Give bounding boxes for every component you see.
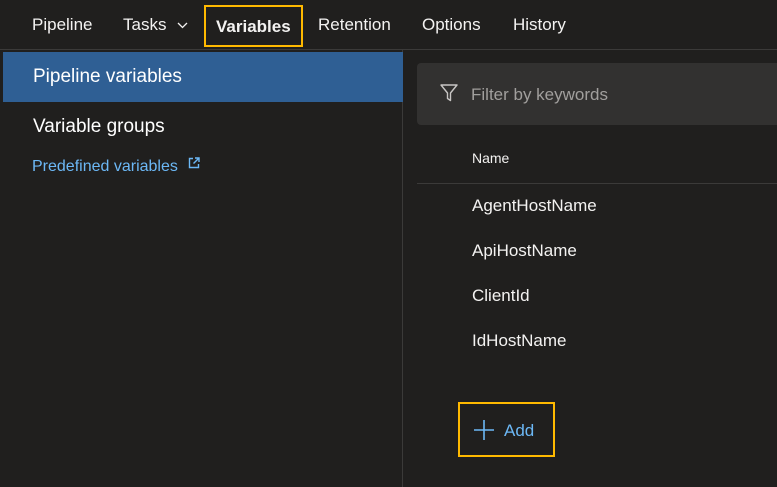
tab-variables[interactable]: Variables — [204, 5, 303, 47]
sidebar-item-label: Variable groups — [33, 116, 165, 137]
tab-bar: Pipeline Tasks Variables Retention Optio… — [0, 0, 777, 50]
sidebar-item-label: Pipeline variables — [33, 66, 182, 87]
tab-tasks[interactable]: Tasks — [123, 0, 188, 50]
tab-history[interactable]: History — [513, 0, 566, 50]
tab-retention[interactable]: Retention — [318, 0, 391, 50]
chevron-down-icon — [177, 0, 188, 49]
table-row[interactable]: IdHostName — [472, 331, 566, 351]
tab-retention-label: Retention — [318, 15, 391, 34]
plus-icon — [473, 419, 495, 446]
add-variable-button[interactable]: Add — [458, 402, 555, 457]
table-row[interactable]: ApiHostName — [472, 241, 577, 261]
add-button-label: Add — [504, 421, 535, 440]
tab-pipeline[interactable]: Pipeline — [32, 0, 93, 50]
column-header-name[interactable]: Name — [472, 150, 509, 166]
filter-bar[interactable] — [417, 63, 777, 125]
pipeline-editor: Pipeline Tasks Variables Retention Optio… — [0, 0, 777, 487]
variables-panel: Name AgentHostName ApiHostName ClientId … — [404, 50, 777, 487]
predefined-variables-link[interactable]: Predefined variables — [32, 156, 201, 176]
tab-options[interactable]: Options — [422, 0, 481, 50]
sidebar-item-variable-groups[interactable]: Variable groups — [3, 102, 403, 152]
tab-tasks-label: Tasks — [123, 15, 167, 34]
table-row[interactable]: ClientId — [472, 286, 530, 306]
tab-pipeline-label: Pipeline — [32, 15, 93, 34]
header-divider — [417, 183, 777, 184]
filter-input[interactable] — [469, 79, 763, 111]
predefined-variables-label: Predefined variables — [32, 158, 178, 176]
filter-icon — [439, 83, 459, 108]
tab-history-label: History — [513, 15, 566, 34]
sidebar-item-pipeline-variables[interactable]: Pipeline variables — [3, 52, 403, 102]
table-row[interactable]: AgentHostName — [472, 196, 597, 216]
tab-variables-label: Variables — [216, 17, 291, 36]
variables-sidebar: Pipeline variables Variable groups Prede… — [0, 50, 403, 487]
external-link-icon — [188, 156, 201, 174]
tab-options-label: Options — [422, 15, 481, 34]
